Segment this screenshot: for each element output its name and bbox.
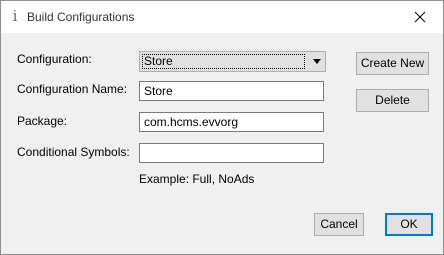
configuration-selected-value: Store [142,54,305,69]
package-field[interactable]: com.hcms.evvorg [139,112,324,132]
package-label: Package: [17,114,68,128]
build-configurations-dialog: i Build Configurations Configuration: St… [0,0,444,255]
ok-button[interactable]: OK [385,213,433,236]
conditional-symbols-field[interactable] [139,143,324,163]
close-button[interactable] [397,1,443,33]
close-icon [414,11,426,23]
configuration-dropdown[interactable]: Store [139,51,326,72]
title-bar: i Build Configurations [1,1,443,33]
window-title: Build Configurations [27,10,135,24]
dialog-body: Configuration: Store Configuration Name:… [1,33,443,254]
configuration-name-field[interactable]: Store [139,81,324,101]
chevron-down-icon [313,59,321,64]
conditional-symbols-label: Conditional Symbols: [17,145,130,159]
info-i-icon: i [12,7,18,25]
delete-button[interactable]: Delete [356,89,429,112]
configuration-label: Configuration: [17,52,92,66]
cancel-button[interactable]: Cancel [314,213,364,236]
conditional-symbols-hint: Example: Full, NoAds [139,172,255,186]
configuration-name-label: Configuration Name: [17,82,128,96]
create-new-button[interactable]: Create New [356,52,429,75]
